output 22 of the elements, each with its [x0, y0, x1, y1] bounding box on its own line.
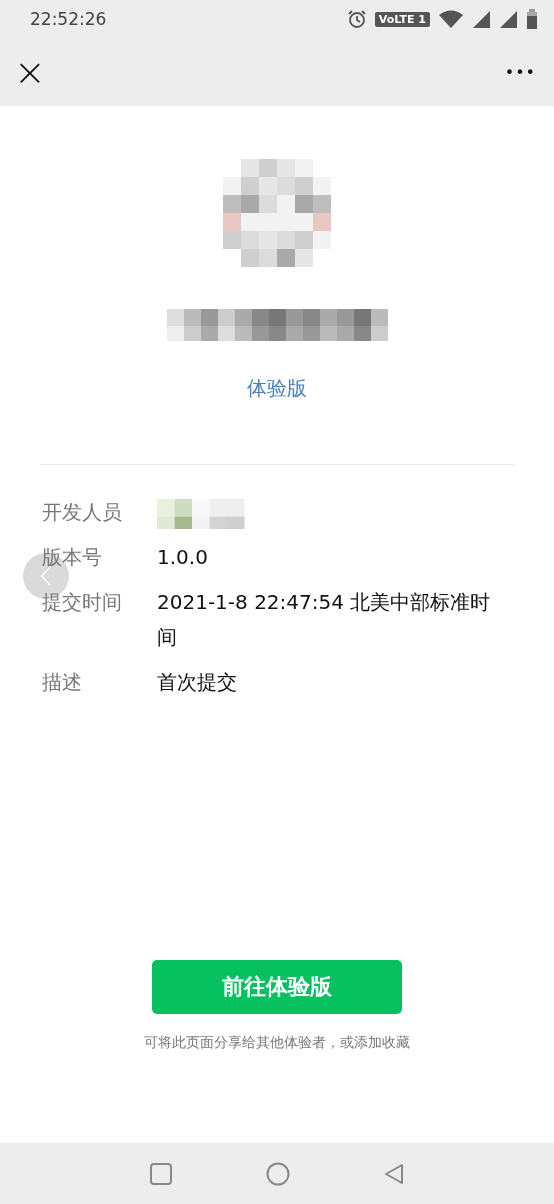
battery-icon: [526, 9, 538, 29]
signal-icon: [472, 9, 491, 29]
field-value: 1.0.0: [157, 544, 209, 571]
field-value: 首次提交: [157, 669, 238, 696]
alarm-clock-icon: [346, 9, 367, 29]
recent-apps-button[interactable]: [150, 1162, 172, 1185]
field-label: 描述: [42, 669, 83, 696]
field-label: 提交时间: [42, 589, 123, 616]
close-button[interactable]: ×: [10, 53, 50, 91]
home-button[interactable]: [266, 1161, 290, 1186]
back-nav-button[interactable]: [384, 1162, 404, 1185]
chevron-left-icon: [40, 566, 52, 586]
field-label: 开发人员: [42, 499, 123, 526]
trial-version-link[interactable]: 体验版: [247, 375, 307, 402]
wifi-icon: [438, 9, 464, 29]
more-button[interactable]: •••: [500, 62, 540, 82]
signal-icon: [499, 9, 518, 29]
clock-time: 22:52:26: [30, 9, 108, 29]
field-value: 2021-1-8 22:47:54 北美中部标准时间: [157, 589, 492, 651]
share-hint: 可将此页面分享给其他体验者，或添加收藏: [144, 1034, 410, 1052]
field-label: 版本号: [42, 544, 103, 571]
volte-badge: VoLTE 1: [374, 11, 430, 27]
